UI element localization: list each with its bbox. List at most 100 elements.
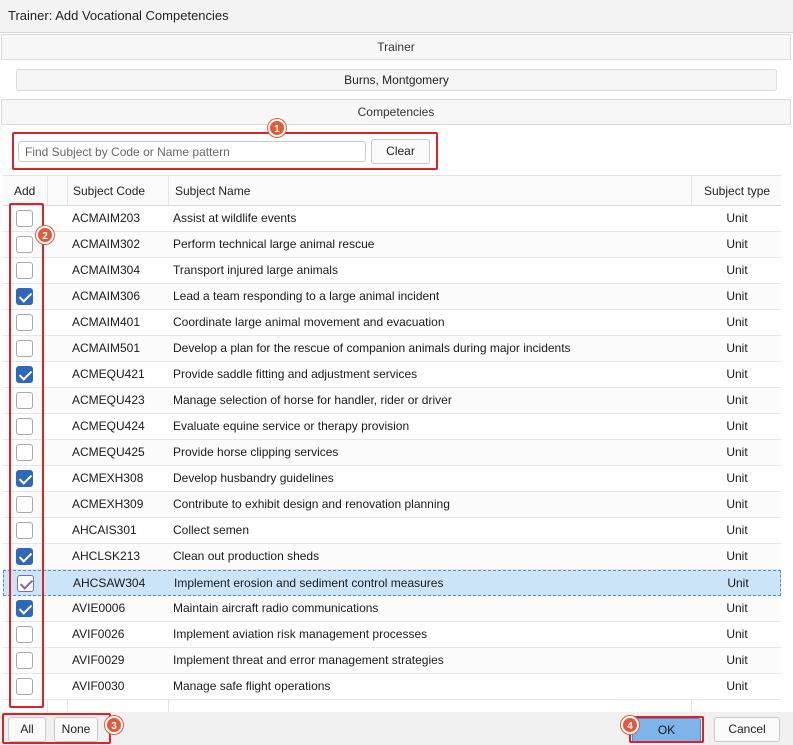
subject-code-cell: ACMAIM306 (72, 289, 141, 303)
add-checkbox[interactable] (16, 548, 33, 565)
header-subject-name[interactable]: Subject Name (175, 176, 250, 206)
subject-type-cell: Unit (726, 601, 748, 615)
table-row[interactable]: AVIF0030 Manage safe flight operations Uni… (3, 674, 781, 700)
subject-code-cell: AVIF0026 (72, 627, 125, 641)
subject-type-cell: Unit (727, 576, 749, 590)
table-row[interactable]: ACMEQU424 Evaluate equine service or ther… (3, 414, 781, 440)
table-row[interactable]: ACMEQU423 Manage selection of horse for h… (3, 388, 781, 414)
add-checkbox[interactable] (16, 678, 33, 695)
table-row[interactable]: AVIE0006 Maintain aircraft radio communic… (3, 596, 781, 622)
subject-name-cell: Perform technical large animal rescue (173, 237, 375, 251)
table-row[interactable]: ACMAIM306 Lead a team responding to a lar… (3, 284, 781, 310)
subject-code-cell: ACMEXH309 (72, 497, 144, 511)
subject-type-cell: Unit (726, 289, 748, 303)
subject-name-cell: Implement aviation risk management proce… (173, 627, 428, 641)
step-marker-3: 3 (105, 716, 123, 734)
add-checkbox[interactable] (16, 418, 33, 435)
subject-code-cell: AVIF0029 (72, 653, 125, 667)
ok-button[interactable]: OK (632, 718, 701, 743)
add-checkbox[interactable] (17, 575, 34, 592)
table-row[interactable]: AHCAIS301 Collect semen Unit (3, 518, 781, 544)
table-row[interactable]: ACMAIM401 Coordinate large animal movemen… (3, 310, 781, 336)
subject-name-cell: Evaluate equine service or therapy provi… (173, 419, 410, 433)
add-checkbox[interactable] (16, 236, 33, 253)
subject-type-cell: Unit (726, 627, 748, 641)
add-checkbox[interactable] (16, 626, 33, 643)
trainer-name-field[interactable]: Burns, Montgomery (16, 69, 777, 91)
subject-name-cell: Implement erosion and sediment control m… (174, 576, 444, 590)
add-checkbox[interactable] (16, 288, 33, 305)
table-row[interactable]: ACMAIM203 Assist at wildlife events Unit (3, 206, 781, 232)
header-subject-code[interactable]: Subject Code (73, 176, 145, 206)
subject-name-cell: Develop husbandry guidelines (173, 471, 334, 485)
subject-name-cell: Transport injured large animals (173, 263, 338, 277)
subject-search-input[interactable] (18, 141, 366, 162)
table-row[interactable]: ACMEQU421 Provide saddle fitting and adju… (3, 362, 781, 388)
add-checkbox[interactable] (16, 496, 33, 513)
table-row[interactable]: ACMEXH309 Contribute to exhibit design an… (3, 492, 781, 518)
add-checkbox[interactable] (16, 470, 33, 487)
subject-name-cell: Manage selection of horse for handler, r… (173, 393, 452, 407)
subject-type-cell: Unit (726, 419, 748, 433)
subject-code-cell: ACMEQU424 (72, 419, 145, 433)
subject-code-cell: ACMAIM203 (72, 211, 141, 225)
subject-code-cell: AHCSAW304 (73, 576, 146, 590)
add-checkbox[interactable] (16, 366, 33, 383)
subject-name-cell: Clean out production sheds (173, 549, 320, 563)
subject-type-cell: Unit (726, 211, 748, 225)
header-add[interactable]: Add (14, 176, 35, 206)
add-checkbox[interactable] (16, 444, 33, 461)
add-checkbox[interactable] (16, 392, 33, 409)
competencies-section-header: Competencies (1, 99, 791, 125)
add-checkbox[interactable] (16, 522, 33, 539)
subject-code-cell: AVIE0006 (72, 601, 126, 615)
subject-type-cell: Unit (726, 549, 748, 563)
subject-type-cell: Unit (726, 523, 748, 537)
select-all-button[interactable]: All (8, 717, 46, 742)
trainer-section-header: Trainer (1, 34, 791, 60)
subject-type-cell: Unit (726, 393, 748, 407)
subject-name-cell: Develop a plan for the rescue of compani… (173, 341, 571, 355)
table-row[interactable]: ACMEXH308 Develop husbandry guidelines Uni… (3, 466, 781, 492)
subject-code-cell: ACMAIM302 (72, 237, 141, 251)
table-row[interactable]: ACMAIM501 Develop a plan for the rescue o… (3, 336, 781, 362)
add-checkbox[interactable] (16, 314, 33, 331)
subject-name-cell: Lead a team responding to a large animal… (173, 289, 440, 303)
table-row[interactable]: AHCSAW304 Implement erosion and sediment … (3, 570, 781, 596)
search-bar-highlight: Clear (12, 132, 438, 170)
add-checkbox[interactable] (16, 210, 33, 227)
competencies-grid[interactable]: Add Subject Code Subject Name Subject ty… (3, 175, 781, 713)
subject-type-cell: Unit (726, 315, 748, 329)
add-checkbox[interactable] (16, 600, 33, 617)
step-marker-2: 2 (36, 226, 54, 244)
subject-type-cell: Unit (726, 471, 748, 485)
table-row[interactable]: AVIF0026 Implement aviation risk manageme… (3, 622, 781, 648)
grid-header: Add Subject Code Subject Name Subject ty… (3, 176, 781, 206)
subject-type-cell: Unit (726, 263, 748, 277)
table-row[interactable]: ACMEQU425 Provide horse clipping services… (3, 440, 781, 466)
subject-code-cell: ACMEQU425 (72, 445, 145, 459)
subject-code-cell: ACMEXH308 (72, 471, 144, 485)
subject-type-cell: Unit (726, 445, 748, 459)
subject-code-cell: ACMAIM501 (72, 341, 141, 355)
table-row[interactable]: AHCLSK213 Clean out production sheds Unit (3, 544, 781, 570)
subject-type-cell: Unit (726, 341, 748, 355)
subject-code-cell: ACMAIM401 (72, 315, 141, 329)
add-checkbox[interactable] (16, 340, 33, 357)
subject-type-cell: Unit (726, 237, 748, 251)
table-row[interactable]: AVIF0029 Implement threat and error manag… (3, 648, 781, 674)
subject-code-cell: ACMAIM304 (72, 263, 141, 277)
clear-button[interactable]: Clear (371, 139, 430, 164)
add-checkbox[interactable] (16, 652, 33, 669)
subject-type-cell: Unit (726, 367, 748, 381)
subject-name-cell: Provide horse clipping services (173, 445, 339, 459)
cancel-button[interactable]: Cancel (714, 717, 780, 742)
subject-name-cell: Assist at wildlife events (173, 211, 297, 225)
table-row[interactable]: ACMAIM302 Perform technical large animal … (3, 232, 781, 258)
add-checkbox[interactable] (16, 262, 33, 279)
table-row[interactable]: ACMAIM304 Transport injured large animals… (3, 258, 781, 284)
grid-rows: ACMAIM203 Assist at wildlife events Unit AC… (3, 206, 781, 700)
select-none-button[interactable]: None (54, 717, 98, 742)
subject-name-cell: Contribute to exhibit design and renovat… (173, 497, 450, 511)
header-subject-type[interactable]: Subject type (704, 176, 770, 206)
